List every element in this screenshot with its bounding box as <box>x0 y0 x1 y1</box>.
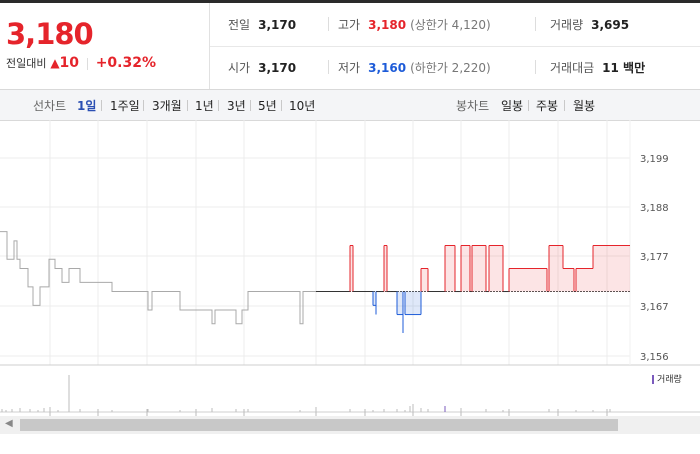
line-chart-label: 선차트 <box>33 99 67 113</box>
change-info: 전일대비 ▲10 +0.32% <box>6 55 156 71</box>
stats-table: 전일 3,170 고가 3,180 (상한가 4,120) 거래량 3,695 시가 3,… <box>210 3 700 89</box>
divider <box>187 100 188 111</box>
price-series <box>0 231 630 333</box>
scroll-left-icon[interactable]: ◀ <box>5 418 13 429</box>
divider <box>535 17 536 31</box>
volume-legend-label: 거래량 <box>657 375 682 385</box>
stat-value: 11 백만 <box>602 61 646 75</box>
tab-monthly-candle[interactable]: 월봉 <box>573 97 595 114</box>
down-area <box>316 291 630 315</box>
tab-10years[interactable]: 10년 <box>289 97 315 114</box>
upper-limit: (상한가 4,120) <box>410 18 491 32</box>
divider <box>535 60 536 74</box>
price-box: 3,180 전일대비 ▲10 +0.32% <box>0 3 210 89</box>
divider <box>328 17 329 31</box>
lower-limit: (하한가 2,220) <box>410 61 491 75</box>
stat-value: 3,170 <box>258 18 297 32</box>
stat-label: 전일 <box>228 18 251 32</box>
stat-label: 시가 <box>228 61 251 75</box>
chart-scrollbar[interactable]: ◀ <box>0 416 700 434</box>
stat-value: 3,170 <box>258 61 297 75</box>
scroll-thumb[interactable] <box>20 419 618 431</box>
divider <box>143 100 144 111</box>
stat-amount: 거래대금 11 백만 <box>550 59 645 76</box>
stat-value: 3,695 <box>591 18 630 32</box>
y-tick-label: 3,188 <box>640 203 669 214</box>
change-label: 전일대비 <box>6 57 47 70</box>
y-tick-label: 3,177 <box>640 252 669 263</box>
volume-swatch <box>652 375 654 384</box>
stat-value: 3,160 <box>368 61 407 75</box>
stat-volume: 거래량 3,695 <box>550 16 629 33</box>
divider <box>528 100 529 111</box>
stats-row: 전일 3,170 고가 3,180 (상한가 4,120) 거래량 3,695 <box>210 3 700 47</box>
divider <box>564 100 565 111</box>
intraday-chart: 3,199 3,188 3,177 3,167 3,156 <box>0 120 700 450</box>
stat-label: 고가 <box>338 18 361 32</box>
up-arrow-icon: ▲ <box>50 56 60 70</box>
stat-low: 저가 3,160 (하한가 2,220) <box>338 59 491 76</box>
stat-high: 고가 3,180 (상한가 4,120) <box>338 16 491 33</box>
stat-value: 3,180 <box>368 18 407 32</box>
stat-label: 거래대금 <box>550 61 595 75</box>
stat-prev-close: 전일 3,170 <box>228 16 296 33</box>
y-tick-label: 3,156 <box>640 352 669 363</box>
y-axis-ticks: 3,199 3,188 3,177 3,167 3,156 <box>640 154 669 363</box>
tab-daily-candle[interactable]: 일봉 <box>501 97 523 114</box>
prev-session-line <box>0 231 316 325</box>
tab-1week[interactable]: 1주일 <box>110 97 140 114</box>
divider <box>86 57 88 70</box>
stat-label: 저가 <box>338 61 361 75</box>
change-percent: +0.32% <box>95 55 156 71</box>
tab-1day[interactable]: 1일 <box>77 97 96 114</box>
quote-header: 3,180 전일대비 ▲10 +0.32% 전일 3,170 고가 3,180 (상한… <box>0 0 700 89</box>
divider <box>328 60 329 74</box>
chart-tabs: 선차트 1일 1주일 3개월 1년 3년 5년 10년 봉차트 일봉 주봉 월봉 <box>0 89 700 121</box>
chart-svg: 3,199 3,188 3,177 3,167 3,156 <box>0 120 700 416</box>
y-tick-label: 3,199 <box>640 154 669 165</box>
change-value: 10 <box>59 55 80 71</box>
divider <box>101 100 102 111</box>
y-tick-label: 3,167 <box>640 302 669 313</box>
divider <box>218 100 219 111</box>
tab-5years[interactable]: 5년 <box>258 97 277 114</box>
volume-legend: 거래량 <box>652 372 682 385</box>
candle-chart-label: 봉차트 <box>456 99 490 113</box>
tab-weekly-candle[interactable]: 주봉 <box>536 97 558 114</box>
divider <box>281 100 282 111</box>
tab-3months[interactable]: 3개월 <box>152 97 182 114</box>
divider <box>250 100 251 111</box>
stat-open: 시가 3,170 <box>228 59 296 76</box>
current-price: 3,180 <box>6 17 94 51</box>
stats-row: 시가 3,170 저가 3,160 (하한가 2,220) 거래대금 11 백만 <box>210 46 700 89</box>
tab-3years[interactable]: 3년 <box>227 97 246 114</box>
stat-label: 거래량 <box>550 18 584 32</box>
volume-bars <box>1 375 611 412</box>
tab-1year[interactable]: 1년 <box>195 97 214 114</box>
